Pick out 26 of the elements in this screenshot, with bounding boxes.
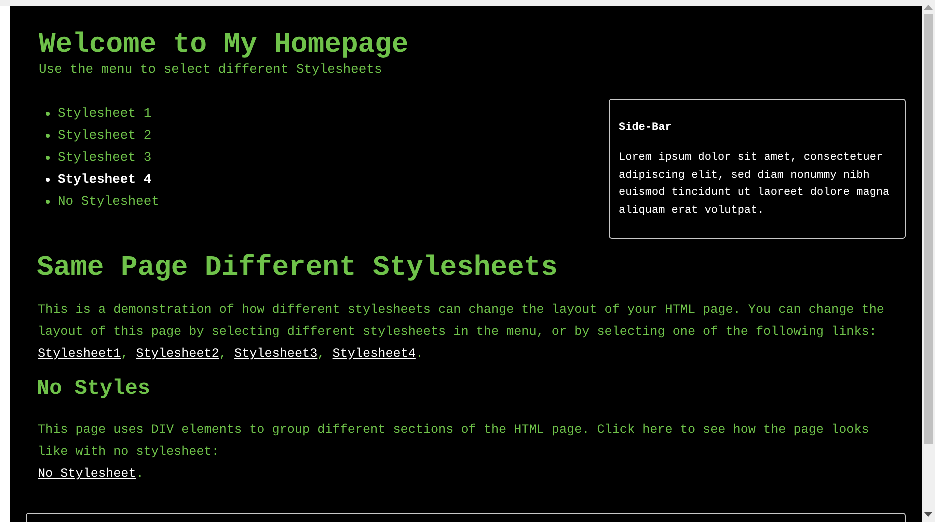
text-link[interactable]: Stylesheet2 — [136, 347, 220, 361]
bullet-icon — [46, 156, 50, 160]
bullet-icon — [46, 134, 50, 138]
text-link[interactable]: Stylesheet3 — [234, 347, 318, 361]
bullet-icon — [46, 200, 50, 204]
menu-link[interactable]: No Stylesheet — [58, 194, 160, 210]
scroll-down-icon[interactable] — [924, 512, 933, 518]
page-subtitle: Use the menu to select different Stylesheets — [39, 62, 384, 78]
bullet-icon — [46, 112, 50, 116]
text-link[interactable]: No Stylesheet — [38, 467, 136, 481]
scroll-up-icon[interactable] — [924, 4, 933, 10]
sidebar-title: Side-Bar — [619, 121, 673, 136]
menu-link[interactable]: Stylesheet 2 — [58, 128, 152, 144]
menu-link[interactable]: Stylesheet 1 — [58, 106, 152, 122]
text-link[interactable]: Stylesheet4 — [332, 347, 416, 361]
paragraph: This is a demonstration of how different stylesheets can change the layout of your HTML page. You can change the layout of this page by selecting different stylesheets in the menu, or by selecting one of the following links: Stylesheet1, Stylesheet2, Stylesheet3, Stylesheet4. — [38, 302, 886, 363]
menu-link[interactable]: Stylesheet 3 — [58, 150, 152, 166]
section-heading: No Styles — [37, 377, 152, 403]
menu-link[interactable]: Stylesheet 4 — [58, 172, 152, 188]
section-heading: Same Page Different Stylesheets — [37, 253, 559, 285]
text-link[interactable]: Stylesheet1 — [38, 347, 122, 361]
scrollbar-thumb[interactable] — [924, 14, 933, 444]
paragraph: This page uses DIV elements to group different sections of the HTML page. Click here to see how the page looks like with no stylesheet: No Stylesheet. — [38, 422, 870, 483]
sidebar-text: Lorem ipsum dolor sit amet, consectetuer adipiscing elit, sed diam nonummy nibh euismod tincidunt ut laoreet dolore magna aliquam erat volutpat. — [619, 151, 891, 218]
page-title: Welcome to My Homepage — [39, 30, 410, 62]
bullet-icon — [46, 178, 50, 182]
